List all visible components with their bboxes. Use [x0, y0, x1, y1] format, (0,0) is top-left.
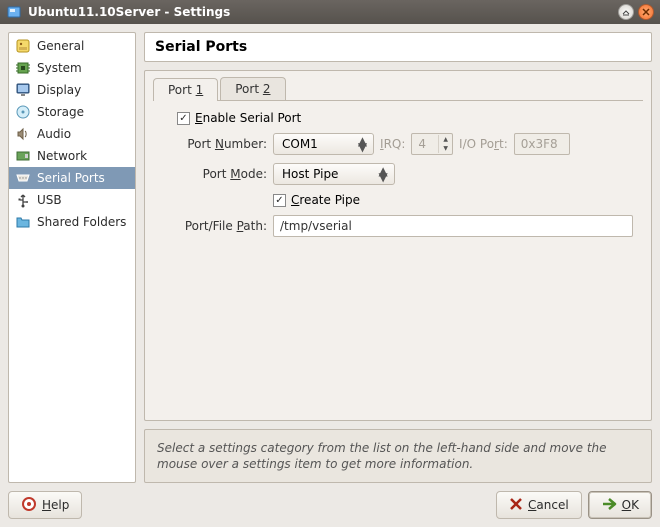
chip-icon	[15, 60, 31, 76]
create-pipe-label: Create Pipe	[291, 193, 360, 207]
sidebar-item-label: USB	[37, 193, 62, 207]
port-file-path-field[interactable]	[273, 215, 633, 237]
checkmark-icon: ✓	[273, 194, 286, 207]
sidebar-item-label: Storage	[37, 105, 84, 119]
sidebar-item-network[interactable]: Network	[9, 145, 135, 167]
port-number-value: COM1	[282, 137, 318, 151]
dialog-buttons: Help Cancel OK	[8, 491, 652, 519]
hint-box: Select a settings category from the list…	[144, 429, 652, 483]
settings-sidebar: General System Display Storage Audio Net…	[8, 32, 136, 483]
port-tabs: Port 1 Port 2	[145, 71, 651, 100]
folder-icon	[15, 214, 31, 230]
sidebar-item-serial-ports[interactable]: Serial Ports	[9, 167, 135, 189]
app-icon	[6, 4, 22, 20]
sidebar-item-shared-folders[interactable]: Shared Folders	[9, 211, 135, 233]
enable-serial-port-label: Enable Serial Port	[195, 111, 301, 125]
sidebar-item-general[interactable]: General	[9, 35, 135, 57]
network-card-icon	[15, 148, 31, 164]
port-mode-label: Port Mode:	[163, 167, 267, 181]
page-title: Serial Ports	[144, 32, 652, 62]
serial-port-icon	[15, 170, 31, 186]
port-1-pane: ✓ Enable Serial Port Port Number: COM1 ▲…	[153, 100, 643, 412]
serial-ports-panel: Port 1 Port 2 ✓ Enable Serial Port Port …	[144, 70, 652, 421]
window-title: Ubuntu11.10Server - Settings	[28, 5, 614, 19]
irq-spinbox: ▲▼	[411, 133, 453, 155]
irq-value	[412, 134, 438, 154]
close-button[interactable]	[638, 4, 654, 20]
sidebar-item-audio[interactable]: Audio	[9, 123, 135, 145]
preferences-icon	[15, 38, 31, 54]
tab-port-2[interactable]: Port 2	[220, 77, 285, 100]
port-mode-value: Host Pipe	[282, 167, 338, 181]
cancel-button[interactable]: Cancel	[496, 491, 582, 519]
port-number-combo[interactable]: COM1 ▲▼	[273, 133, 374, 155]
sidebar-item-usb[interactable]: USB	[9, 189, 135, 211]
sidebar-item-label: Serial Ports	[37, 171, 105, 185]
ok-icon	[601, 497, 617, 514]
help-icon	[21, 496, 37, 515]
disk-icon	[15, 104, 31, 120]
updown-icon: ▲▼	[358, 138, 367, 150]
speaker-icon	[15, 126, 31, 142]
sidebar-item-display[interactable]: Display	[9, 79, 135, 101]
ok-button[interactable]: OK	[588, 491, 652, 519]
sidebar-item-label: Shared Folders	[37, 215, 126, 229]
create-pipe-checkbox[interactable]: ✓ Create Pipe	[273, 193, 360, 207]
enable-serial-port-checkbox[interactable]: ✓ Enable Serial Port	[177, 111, 301, 125]
port-number-label: Port Number:	[163, 137, 267, 151]
usb-icon	[15, 192, 31, 208]
io-port-field	[514, 133, 570, 155]
minimize-button[interactable]	[618, 4, 634, 20]
sidebar-item-system[interactable]: System	[9, 57, 135, 79]
io-port-label: I/O Port:	[459, 137, 508, 151]
updown-icon: ▲▼	[438, 135, 452, 153]
sidebar-item-label: Network	[37, 149, 87, 163]
cancel-icon	[509, 497, 523, 514]
sidebar-item-label: Audio	[37, 127, 71, 141]
checkmark-icon: ✓	[177, 112, 190, 125]
help-button[interactable]: Help	[8, 491, 82, 519]
sidebar-item-label: System	[37, 61, 82, 75]
updown-icon: ▲▼	[378, 168, 387, 180]
port-mode-combo[interactable]: Host Pipe ▲▼	[273, 163, 395, 185]
sidebar-item-label: Display	[37, 83, 81, 97]
port-file-path-label: Port/File Path:	[163, 219, 267, 233]
monitor-icon	[15, 82, 31, 98]
irq-label: IRQ:	[380, 137, 405, 151]
titlebar: Ubuntu11.10Server - Settings	[0, 0, 660, 24]
tab-port-1[interactable]: Port 1	[153, 78, 218, 101]
sidebar-item-storage[interactable]: Storage	[9, 101, 135, 123]
sidebar-item-label: General	[37, 39, 84, 53]
